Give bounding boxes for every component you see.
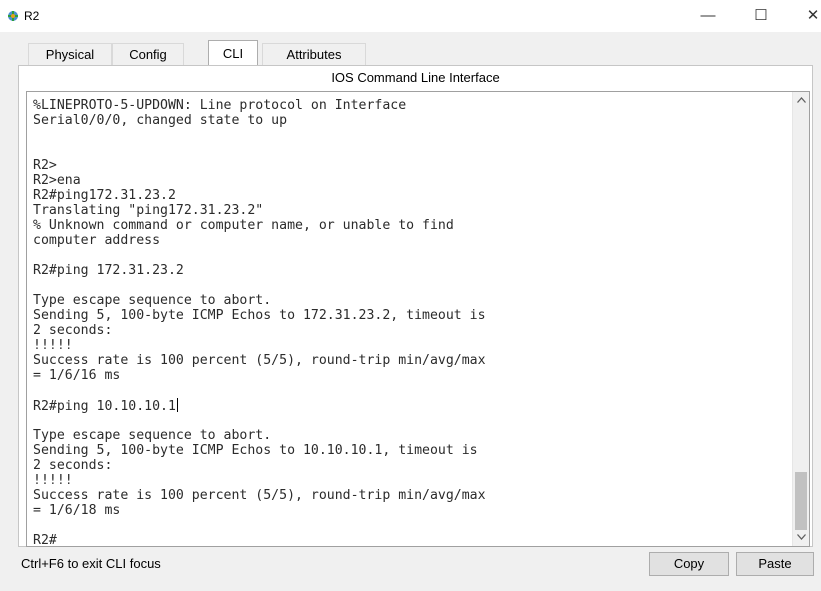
terminal-line: Translating "ping172.31.23.2" bbox=[33, 203, 264, 218]
terminal-line: R2#ping 172.31.23.2 bbox=[33, 263, 184, 278]
cli-terminal[interactable]: %LINEPROTO-5-UPDOWN: Line protocol on In… bbox=[26, 91, 810, 547]
terminal-line: Success rate is 100 percent (5/5), round… bbox=[33, 353, 486, 368]
scroll-down-icon[interactable] bbox=[793, 529, 809, 546]
text-caret bbox=[176, 398, 178, 412]
scroll-up-icon[interactable] bbox=[793, 92, 809, 109]
tab-bar: Physical Config CLI Attributes bbox=[0, 32, 821, 67]
terminal-line: R2>ena bbox=[33, 173, 81, 188]
terminal-line: R2# bbox=[33, 533, 57, 547]
minimize-button[interactable]: — bbox=[687, 0, 729, 32]
paste-button[interactable]: Paste bbox=[736, 552, 814, 576]
scroll-thumb[interactable] bbox=[795, 472, 807, 530]
terminal-line: R2> bbox=[33, 158, 57, 173]
tab-cli[interactable]: CLI bbox=[208, 40, 258, 67]
terminal-line: Sending 5, 100-byte ICMP Echos to 172.31… bbox=[33, 308, 486, 323]
terminal-line: R2#ping172.31.23.2 bbox=[33, 188, 176, 203]
copy-button[interactable]: Copy bbox=[649, 552, 729, 576]
terminal-line: computer address bbox=[33, 233, 161, 248]
vertical-scrollbar[interactable] bbox=[792, 92, 809, 546]
terminal-line: Success rate is 100 percent (5/5), round… bbox=[33, 488, 486, 503]
router-icon bbox=[6, 9, 20, 23]
window-title: R2 bbox=[24, 9, 40, 23]
terminal-line: 2 seconds: bbox=[33, 323, 113, 338]
terminal-line: %LINEPROTO-5-UPDOWN: Line protocol on In… bbox=[33, 98, 407, 113]
title-bar: R2 — ☐ ✕ bbox=[0, 0, 821, 32]
terminal-line: Type escape sequence to abort. bbox=[33, 428, 272, 443]
terminal-line: 2 seconds: bbox=[33, 458, 113, 473]
terminal-line: !!!!! bbox=[33, 338, 73, 353]
cli-focus-hint: Ctrl+F6 to exit CLI focus bbox=[21, 556, 161, 571]
terminal-line: % Unknown command or computer name, or u… bbox=[33, 218, 454, 233]
close-button[interactable]: ✕ bbox=[792, 0, 821, 32]
maximize-button[interactable]: ☐ bbox=[740, 0, 782, 32]
terminal-line: Type escape sequence to abort. bbox=[33, 293, 272, 308]
terminal-line: = 1/6/16 ms bbox=[33, 368, 121, 383]
tab-attributes[interactable]: Attributes bbox=[262, 43, 366, 65]
tab-config[interactable]: Config bbox=[112, 43, 184, 65]
terminal-line: R2#ping 10.10.10.1 bbox=[33, 398, 178, 414]
terminal-line: Sending 5, 100-byte ICMP Echos to 10.10.… bbox=[33, 443, 478, 458]
terminal-output: %LINEPROTO-5-UPDOWN: Line protocol on In… bbox=[33, 98, 789, 547]
terminal-line: !!!!! bbox=[33, 473, 73, 488]
terminal-line: Serial0/0/0, changed state to up bbox=[33, 113, 288, 128]
terminal-line: = 1/6/18 ms bbox=[33, 503, 121, 518]
tab-physical[interactable]: Physical bbox=[28, 43, 112, 65]
panel-title: IOS Command Line Interface bbox=[331, 70, 500, 85]
